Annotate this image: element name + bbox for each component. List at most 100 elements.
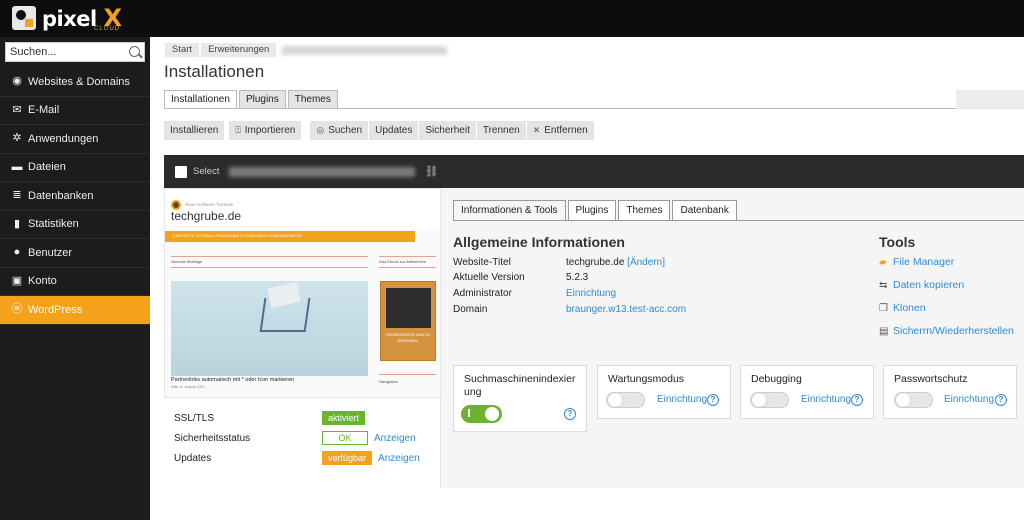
debugging-toggle[interactable] bbox=[750, 392, 789, 408]
admin-setup-link[interactable]: Einrichtung bbox=[566, 288, 616, 299]
folder-open-icon: ▰ bbox=[879, 256, 887, 268]
install-button[interactable]: Installieren bbox=[164, 121, 225, 140]
password-protection-toggle[interactable] bbox=[894, 392, 933, 408]
preview-logo: techgrube.de bbox=[171, 209, 242, 223]
admin-value: Einrichtung bbox=[566, 288, 616, 299]
preview-cart-icon bbox=[259, 298, 311, 332]
help-icon[interactable]: ? bbox=[851, 394, 863, 406]
breadcrumb-extensions[interactable]: Erweiterungen bbox=[201, 43, 277, 57]
debugging-title: Debugging bbox=[751, 373, 802, 385]
sidebar-item-wordpress[interactable]: ⓦ WordPress bbox=[0, 296, 150, 325]
updates-status-row: Updates verfügbar Anzeigen bbox=[174, 451, 420, 465]
domain-link[interactable]: braunger.w13.test-acc.com bbox=[566, 304, 686, 315]
preview-sidebar-heading: Das Ebook zur Artikelreihe bbox=[379, 259, 427, 264]
updates-button[interactable]: Updates bbox=[369, 121, 419, 140]
close-icon: ✕ bbox=[532, 125, 541, 135]
change-title-link[interactable]: [Ändern] bbox=[627, 257, 665, 268]
sidebar-item-label: Websites & Domains bbox=[28, 75, 130, 88]
toggle-on-indicator bbox=[468, 409, 470, 417]
ssl-badge: aktiviert bbox=[322, 411, 366, 425]
general-info-title: Allgemeine Informationen bbox=[453, 234, 625, 250]
ssl-status-row: SSL/TLS aktiviert bbox=[174, 411, 371, 425]
sidebar-item-files[interactable]: ▬ Dateien bbox=[0, 154, 150, 182]
updates-show-link[interactable]: Anzeigen bbox=[378, 453, 420, 464]
preview-book-cover: HOMESERVER-NAS IM EIGENBAU bbox=[380, 281, 436, 361]
backup-restore-link[interactable]: ▤ Sicherrn/Wiederherstellen bbox=[879, 325, 1014, 337]
preview-recent-heading: Neueste Beiträge bbox=[171, 259, 202, 264]
domain-value: braunger.w13.test-acc.com bbox=[566, 304, 686, 315]
help-icon[interactable]: ? bbox=[707, 394, 719, 406]
version-value: 5.2.3 bbox=[566, 272, 589, 283]
help-icon[interactable]: ? bbox=[564, 408, 576, 420]
sidebar-item-label: Statistiken bbox=[28, 218, 79, 231]
top-bar: pixel X CLOUD bbox=[0, 0, 1024, 37]
updates-badge: verfügbar bbox=[322, 451, 373, 465]
sidebar-item-label: Anwendungen bbox=[28, 132, 99, 145]
tab-info-tools[interactable]: Informationen & Tools bbox=[453, 200, 566, 221]
sidebar-item-label: Benutzer bbox=[28, 246, 73, 259]
preview-tagline: Neue Software Tutorials bbox=[185, 202, 234, 207]
clone-link[interactable]: ❐ Klonen bbox=[879, 302, 926, 314]
password-setup-link[interactable]: Einrichtung bbox=[944, 394, 994, 405]
sidebar-item-databases[interactable]: ≣ Datenbanken bbox=[0, 182, 150, 211]
import-label: Importieren bbox=[244, 125, 296, 136]
search-icon[interactable] bbox=[129, 46, 140, 57]
backup-icon: ▤ bbox=[879, 325, 889, 337]
tab-installations[interactable]: Installationen bbox=[164, 90, 237, 109]
security-show-link[interactable]: Anzeigen bbox=[374, 433, 416, 444]
folder-icon: ▬ bbox=[11, 160, 23, 173]
maintenance-mode-toggle[interactable] bbox=[606, 392, 645, 408]
domain-label: Domain bbox=[453, 304, 488, 315]
search-label: Suchen bbox=[328, 125, 363, 136]
website-preview[interactable]: Neue Software Tutorials techgrube.de STA… bbox=[164, 188, 441, 398]
search-indexing-toggle[interactable] bbox=[461, 405, 502, 423]
preview-rule bbox=[379, 374, 436, 375]
copy-data-label: Daten kopieren bbox=[893, 279, 965, 291]
security-label: Sicherheitsstatus bbox=[174, 432, 251, 444]
preview-post-meta: Mike 11. August 2023 bbox=[171, 385, 205, 389]
import-button[interactable]: ⍐ Importieren bbox=[229, 121, 302, 140]
breadcrumb-start[interactable]: Start bbox=[165, 43, 200, 57]
id-card-icon: ▣ bbox=[11, 274, 23, 287]
search-button[interactable]: ◎ Suchen bbox=[310, 121, 369, 140]
preview-nav-text: STARTSEITE TUTORIALS PROGRAMME & DOWNLOA… bbox=[173, 234, 302, 238]
security-badge: OK bbox=[322, 431, 368, 445]
debugging-setup-link[interactable]: Einrichtung bbox=[801, 394, 851, 405]
tabs-filler bbox=[956, 90, 1024, 109]
select-checkbox[interactable] bbox=[175, 165, 187, 178]
maintenance-mode-title: Wartungsmodus bbox=[608, 373, 685, 385]
maintenance-setup-link[interactable]: Einrichtung bbox=[657, 394, 707, 405]
tab-detail-themes[interactable]: Themes bbox=[618, 200, 671, 221]
tab-database[interactable]: Datenbank bbox=[672, 200, 737, 221]
tab-themes[interactable]: Themes bbox=[287, 90, 338, 109]
sidebar-item-apps[interactable]: ✲ Anwendungen bbox=[0, 125, 150, 154]
file-manager-link[interactable]: ▰ File Manager bbox=[879, 256, 954, 268]
backup-restore-label: Sicherrn/Wiederherstellen bbox=[893, 325, 1014, 337]
wordpress-icon: ⓦ bbox=[11, 303, 23, 316]
site-title-value: techgrube.de [Ändern] bbox=[566, 257, 665, 268]
copy-data-icon: ⇆ bbox=[879, 279, 888, 291]
toggle-knob bbox=[752, 393, 766, 407]
search-input[interactable] bbox=[6, 43, 116, 61]
remove-button[interactable]: ✕ Entfernen bbox=[526, 121, 594, 140]
detach-button[interactable]: Trennen bbox=[476, 121, 526, 140]
updates-label: Updates bbox=[174, 452, 212, 464]
sidebar-item-email[interactable]: ✉ E-Mail bbox=[0, 97, 150, 125]
sidebar-item-stats[interactable]: ▮ Statistiken bbox=[0, 211, 150, 239]
security-button[interactable]: Sicherheit bbox=[419, 121, 476, 140]
copy-data-link[interactable]: ⇆ Daten kopieren bbox=[879, 279, 964, 291]
help-icon[interactable]: ? bbox=[995, 394, 1007, 406]
tab-detail-plugins[interactable]: Plugins bbox=[567, 200, 617, 221]
updates-label: Updates bbox=[375, 125, 413, 136]
sidebar-item-websites[interactable]: ◉ Websites & Domains bbox=[0, 68, 150, 97]
sidebar-item-account[interactable]: ▣ Konto bbox=[0, 268, 150, 296]
sidebar-item-users[interactable]: ● Benutzer bbox=[0, 239, 150, 268]
installation-header: Select ⛓ bbox=[164, 155, 1024, 188]
toggle-knob bbox=[896, 393, 910, 407]
remove-label: Entfernen bbox=[544, 125, 588, 136]
tab-plugins[interactable]: Plugins bbox=[238, 90, 286, 109]
user-icon: ● bbox=[13, 246, 21, 259]
pixelx-logo[interactable]: pixel X CLOUD bbox=[12, 4, 122, 32]
globe-icon: ◉ bbox=[12, 75, 22, 88]
link-icon[interactable]: ⛓ bbox=[424, 165, 438, 178]
